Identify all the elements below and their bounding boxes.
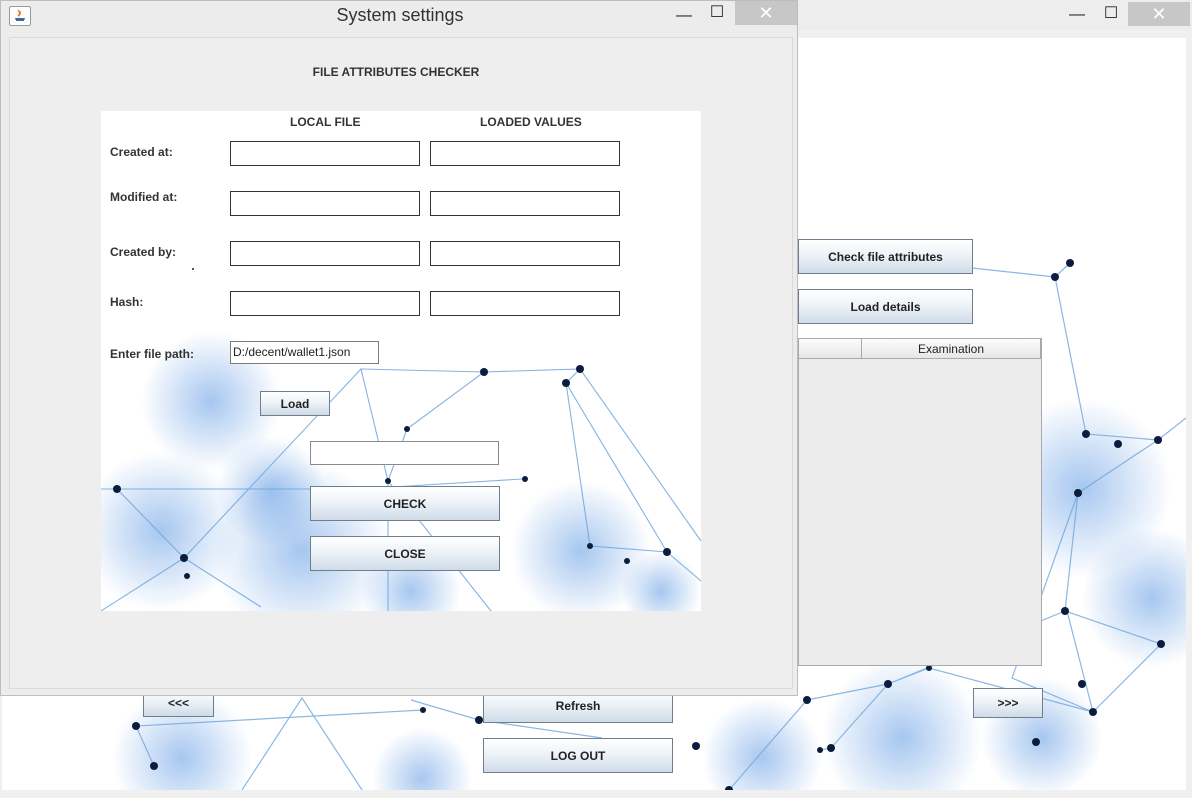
table-header-examination[interactable]: Examination — [862, 339, 1041, 359]
created-at-label: Created at: — [110, 145, 173, 159]
dialog-minimize-button[interactable]: — — [669, 5, 699, 27]
next-page-button[interactable]: >>> — [973, 688, 1043, 718]
created-by-label: Created by: — [110, 245, 177, 259]
examination-table[interactable]: Examination — [798, 338, 1042, 666]
checker-heading: FILE ATTRIBUTES CHECKER — [312, 65, 480, 79]
loaded-values-header: LOADED VALUES — [480, 115, 582, 129]
created-at-loaded-field[interactable] — [430, 141, 620, 166]
modified-at-local-field[interactable] — [230, 191, 420, 216]
created-by-loaded-field[interactable] — [430, 241, 620, 266]
file-path-input[interactable]: D:/decent/wallet1.json — [230, 341, 379, 364]
modified-at-label: Modified at: — [110, 190, 178, 204]
local-file-header: LOCAL FILE — [290, 115, 361, 129]
dialog-close-button[interactable]: ✕ — [735, 1, 797, 25]
dialog-maximize-button[interactable]: ☐ — [702, 2, 732, 24]
load-details-button[interactable]: Load details — [798, 289, 973, 324]
created-at-local-field[interactable] — [230, 141, 420, 166]
check-file-attributes-button[interactable]: Check file attributes — [798, 239, 973, 274]
hash-loaded-field[interactable] — [430, 291, 620, 316]
main-minimize-button[interactable]: — — [1062, 4, 1092, 26]
file-path-label: Enter file path: — [110, 347, 195, 361]
system-settings-dialog: System settings — ☐ ✕ FILE ATTRIBUTES CH… — [0, 0, 798, 696]
check-result-field[interactable] — [310, 441, 499, 465]
load-button[interactable]: Load — [260, 391, 330, 416]
checker-panel: LOCAL FILE LOADED VALUES Created at: Mod… — [101, 111, 701, 611]
hash-local-field[interactable] — [230, 291, 420, 316]
table-header-blank[interactable] — [799, 339, 862, 359]
close-button[interactable]: CLOSE — [310, 536, 500, 571]
created-by-local-field[interactable] — [230, 241, 420, 266]
check-button[interactable]: CHECK — [310, 486, 500, 521]
modified-at-loaded-field[interactable] — [430, 191, 620, 216]
main-close-button[interactable]: ✕ — [1128, 2, 1190, 26]
main-maximize-button[interactable]: ☐ — [1096, 3, 1126, 25]
hash-label: Hash: — [110, 295, 144, 309]
log-out-button[interactable]: LOG OUT — [483, 738, 673, 773]
